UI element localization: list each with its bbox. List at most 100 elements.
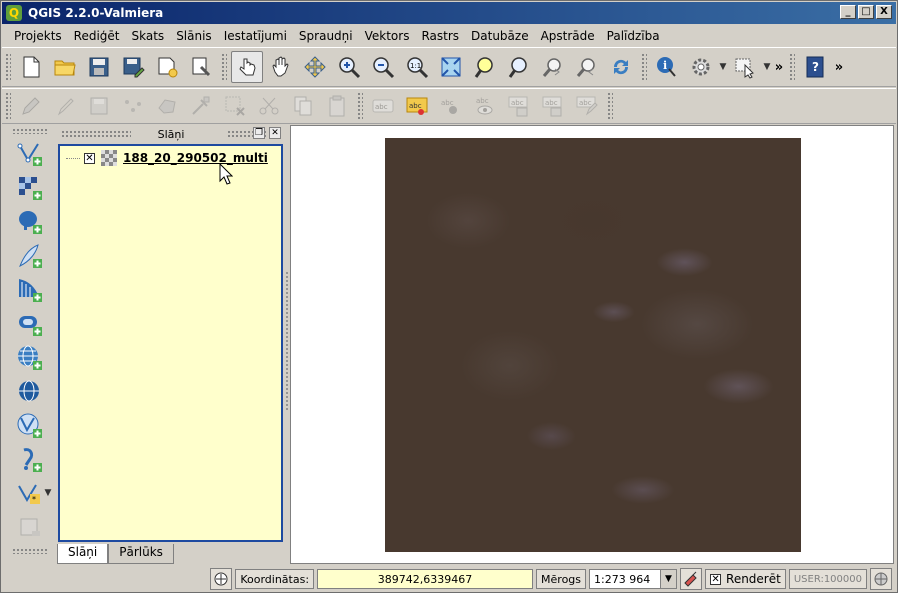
menu-palidziba[interactable]: Palīdzība — [601, 29, 666, 43]
add-spatialite-layer-button[interactable] — [13, 239, 47, 273]
add-wfs-layer-button[interactable] — [13, 409, 47, 443]
add-vector-layer-button[interactable] — [13, 137, 47, 171]
minimize-button[interactable]: _ — [840, 5, 856, 19]
rotate-label-button[interactable]: abc — [537, 90, 569, 122]
add-feature-button[interactable] — [117, 90, 149, 122]
vector-layer-icon — [17, 143, 42, 166]
paste-features-button[interactable] — [321, 90, 353, 122]
menu-iestatijumi[interactable]: Iestatījumi — [218, 29, 293, 43]
layer-visibility-checkbox[interactable]: ✕ — [84, 152, 95, 164]
map-canvas[interactable] — [290, 125, 894, 564]
add-raster-layer-button[interactable] — [13, 171, 47, 205]
maximize-button[interactable]: □ — [858, 5, 874, 19]
current-edits-button[interactable] — [49, 90, 81, 122]
remove-layer-button[interactable] — [13, 511, 47, 545]
menu-rediget[interactable]: Rediģēt — [68, 29, 126, 43]
label-abc-text: abc — [375, 103, 388, 111]
menu-vektors[interactable]: Vektors — [359, 29, 416, 43]
new-project-button[interactable] — [15, 51, 47, 83]
composer-manager-button[interactable] — [185, 51, 217, 83]
cut-features-button[interactable] — [253, 90, 285, 122]
scale-combobox[interactable]: 1:273 964 ▼ — [589, 569, 678, 589]
stop-render-button[interactable] — [680, 568, 703, 590]
zoom-native-button[interactable]: 1:1 — [401, 51, 433, 83]
move-label-button[interactable]: abc — [503, 90, 535, 122]
coordinates-field[interactable]: 389742,6339467 — [317, 569, 534, 589]
run-action-button[interactable] — [685, 51, 717, 83]
render-toggle[interactable]: ✕ Renderēt — [705, 569, 786, 589]
layers-tree[interactable]: ✕ 188_20_290502_multi — [58, 144, 283, 542]
toolbar-grip[interactable] — [607, 92, 613, 120]
menu-datubaze[interactable]: Datubāze — [465, 29, 535, 43]
add-wms-layer-button[interactable] — [13, 341, 47, 375]
panel-tabs: Slāņi Pārlūks — [57, 544, 174, 564]
pan-button[interactable] — [265, 51, 297, 83]
zoom-full-button[interactable] — [435, 51, 467, 83]
add-delimited-text-layer-button[interactable] — [13, 443, 47, 477]
copy-features-button[interactable] — [287, 90, 319, 122]
crs-status[interactable]: USER:100000 — [788, 569, 867, 589]
menu-projekts[interactable]: Projekts — [8, 29, 68, 43]
toolbar-grip[interactable] — [357, 92, 363, 120]
crs-button[interactable] — [870, 568, 892, 590]
change-label-button[interactable]: abc — [571, 90, 603, 122]
new-layer-dropdown-icon[interactable]: ▼ — [43, 488, 53, 498]
pin-labels-button[interactable]: abc — [435, 90, 467, 122]
delete-selected-button[interactable] — [219, 90, 251, 122]
menu-slanis[interactable]: Slānis — [170, 29, 218, 43]
layer-item[interactable]: ✕ 188_20_290502_multi — [66, 149, 268, 167]
panel-splitter[interactable] — [285, 271, 289, 411]
zoom-out-button[interactable] — [367, 51, 399, 83]
zoom-in-button[interactable] — [333, 51, 365, 83]
float-panel-button[interactable]: ❐ — [253, 127, 265, 139]
zoom-last-button[interactable] — [537, 51, 569, 83]
menu-spraudni[interactable]: Spraudņi — [293, 29, 359, 43]
save-as-button[interactable] — [117, 51, 149, 83]
toolbar-overflow-icon[interactable]: » — [772, 60, 786, 75]
menu-rastrs[interactable]: Rastrs — [415, 29, 465, 43]
toolbar-grip[interactable] — [641, 53, 647, 81]
toolbar-grip[interactable] — [221, 53, 227, 81]
identify-button[interactable]: i — [651, 51, 683, 83]
tab-browser[interactable]: Pārlūks — [108, 544, 174, 564]
toolbar-grip[interactable] — [5, 92, 11, 120]
save-edits-button[interactable] — [83, 90, 115, 122]
layer-labeling-button[interactable]: abc — [367, 90, 399, 122]
zoom-to-layer-button[interactable] — [503, 51, 535, 83]
action-dropdown-icon[interactable]: ▼ — [718, 62, 728, 72]
tab-layers[interactable]: Slāņi — [57, 544, 109, 564]
add-oracle-layer-button[interactable] — [13, 307, 47, 341]
new-shapefile-layer-button[interactable]: * — [13, 477, 47, 511]
toolbar-grip[interactable] — [789, 53, 795, 81]
add-wcs-layer-button[interactable] — [13, 375, 47, 409]
touch-tool-button[interactable] — [231, 51, 263, 83]
label-tool-button[interactable]: abc — [401, 90, 433, 122]
menu-skats[interactable]: Skats — [126, 29, 171, 43]
toolbar-grip[interactable] — [12, 548, 48, 554]
zoom-next-button[interactable] — [571, 51, 603, 83]
toolbar-grip[interactable] — [12, 128, 48, 134]
close-button[interactable]: X — [876, 5, 892, 19]
pan-to-selection-button[interactable] — [299, 51, 331, 83]
add-mssql-layer-button[interactable] — [13, 273, 47, 307]
chevron-down-icon[interactable]: ▼ — [660, 570, 677, 588]
show-hide-labels-button[interactable]: abc — [469, 90, 501, 122]
move-feature-button[interactable] — [151, 90, 183, 122]
render-checkbox[interactable]: ✕ — [710, 573, 722, 585]
toggle-editing-button[interactable] — [15, 90, 47, 122]
coordinate-toggle-button[interactable] — [210, 568, 233, 590]
toolbar-grip[interactable] — [5, 53, 11, 81]
refresh-button[interactable] — [605, 51, 637, 83]
save-project-button[interactable] — [83, 51, 115, 83]
select-dropdown-icon[interactable]: ▼ — [762, 62, 772, 72]
new-print-composer-button[interactable] — [151, 51, 183, 83]
add-postgis-layer-button[interactable] — [13, 205, 47, 239]
select-features-button[interactable] — [729, 51, 761, 83]
help-button[interactable]: ? — [799, 51, 831, 83]
menu-apstrade[interactable]: Apstrāde — [535, 29, 601, 43]
zoom-to-selection-button[interactable] — [469, 51, 501, 83]
open-project-button[interactable] — [49, 51, 81, 83]
toolbar-overflow-icon-2[interactable]: » — [832, 60, 846, 75]
node-tool-button[interactable] — [185, 90, 217, 122]
close-panel-button[interactable]: ✕ — [269, 127, 281, 139]
